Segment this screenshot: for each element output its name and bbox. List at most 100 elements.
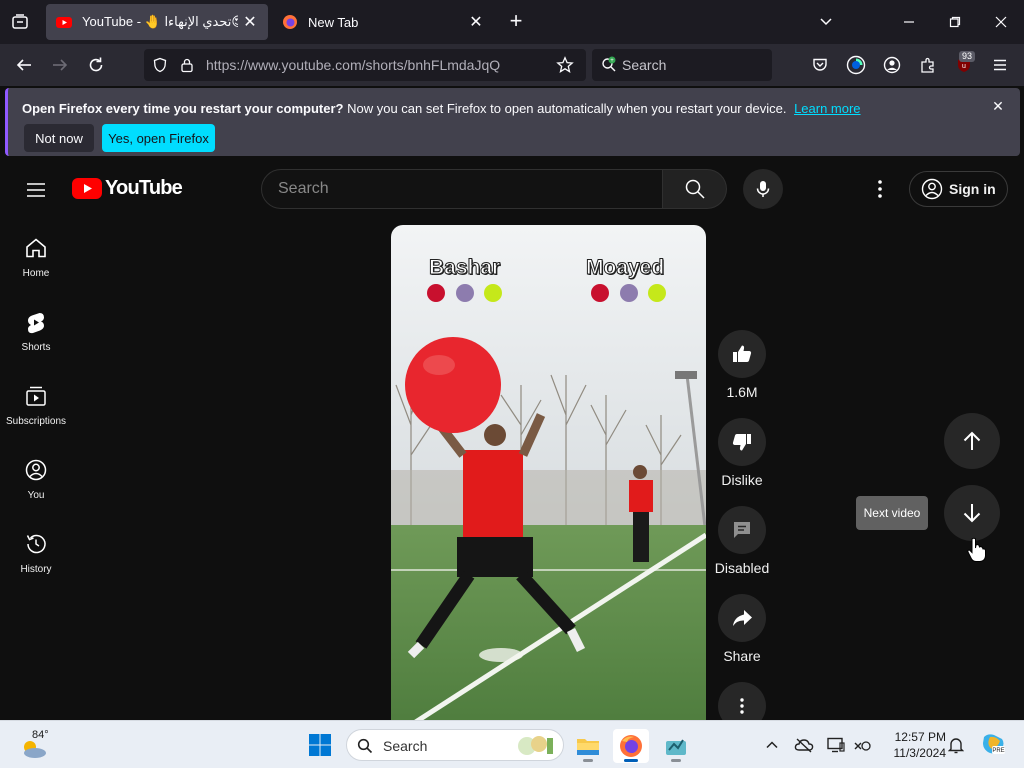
sidebar-item-label: Shorts: [21, 342, 51, 353]
show-hidden-icons-chevron-icon[interactable]: [762, 735, 782, 755]
pocket-icon[interactable]: [808, 53, 832, 77]
thumbs-up-icon: [733, 345, 752, 362]
sign-in-button[interactable]: Sign in: [909, 171, 1008, 207]
bookmark-star-icon[interactable]: [556, 56, 574, 74]
comments-button[interactable]: Disabled: [715, 506, 769, 576]
display-icon[interactable]: [826, 735, 846, 755]
notification-bell-icon[interactable]: [946, 735, 966, 755]
more-actions-circle[interactable]: [718, 682, 766, 720]
sidebar-item-label: You: [27, 490, 45, 501]
chart-app-icon[interactable]: [658, 729, 694, 763]
like-circle[interactable]: [718, 330, 766, 378]
reload-icon[interactable]: [84, 53, 108, 77]
youtube-search-button[interactable]: [663, 169, 727, 209]
youtube-page: YouTube Search Sign in Home Shorts Subsc…: [0, 160, 1024, 720]
like-button[interactable]: 1.6M: [716, 330, 768, 400]
new-tab-plus-icon[interactable]: +: [504, 10, 528, 34]
user-circle-icon: [921, 178, 943, 200]
dislike-button[interactable]: Dislike: [716, 418, 768, 488]
restore-icon[interactable]: [943, 10, 967, 34]
tab-list-icon[interactable]: [8, 10, 32, 34]
more-vertical-icon: [740, 698, 744, 714]
list-all-tabs-chevron-icon[interactable]: [814, 10, 838, 34]
tab-youtube[interactable]: YouTube - 🤚 تحدي الإنهاءا😍 ✕: [46, 4, 268, 40]
extension-badge-count: 93: [959, 51, 976, 62]
network-volume-icon[interactable]: [852, 735, 872, 755]
search-highlight-icon: [518, 736, 553, 755]
account-icon[interactable]: [880, 53, 904, 77]
video-frame-image: [391, 225, 706, 720]
clock-date: 11/3/2024: [893, 746, 947, 760]
share-circle[interactable]: [718, 594, 766, 642]
taskbar-search-input[interactable]: Search: [346, 729, 564, 761]
notification-message: Open Firefox every time you restart your…: [22, 101, 861, 116]
firefox-favicon-icon: [283, 15, 297, 29]
share-button[interactable]: Share: [716, 594, 768, 664]
sidebar-item-label: Subscriptions: [5, 416, 67, 427]
arrow-up-icon: [963, 431, 981, 450]
shield-icon[interactable]: [152, 57, 168, 73]
browser-search-input[interactable]: + Search: [592, 49, 772, 81]
taskbar-search-icon: [357, 738, 373, 754]
file-explorer-app-icon[interactable]: [570, 729, 606, 763]
yes-open-firefox-button[interactable]: Yes, open Firefox: [102, 124, 215, 152]
not-now-button[interactable]: Not now: [24, 124, 94, 152]
address-bar[interactable]: https://www.youtube.com/shorts/bnhFLmdaJ…: [144, 49, 586, 81]
browser-search-placeholder: Search: [622, 57, 667, 73]
youtube-logo[interactable]: YouTube: [72, 177, 183, 200]
voice-search-button[interactable]: [743, 169, 783, 209]
search-engine-icon[interactable]: +: [600, 56, 618, 74]
notification-title: Open Firefox every time you restart your…: [22, 101, 344, 116]
learn-more-link[interactable]: Learn more: [794, 101, 860, 116]
minimize-icon[interactable]: [897, 10, 921, 34]
browser-tab-strip: YouTube - 🤚 تحدي الإنهاءا😍 ✕ New Tab ✕ +: [0, 0, 1024, 44]
copilot-icon[interactable]: PRE: [980, 731, 1006, 757]
youtube-logo-text: YouTube: [105, 177, 183, 199]
tab-close-icon[interactable]: ✕: [464, 10, 488, 34]
forward-arrow-icon[interactable]: [48, 53, 72, 77]
sidebar-item-you[interactable]: You: [0, 446, 72, 510]
back-arrow-icon[interactable]: [12, 53, 36, 77]
sidebar-item-label: History: [20, 564, 52, 575]
hand-cursor-icon: [967, 537, 986, 562]
svg-text:u: u: [962, 63, 966, 70]
comments-circle[interactable]: [718, 506, 766, 554]
tab-title: New Tab: [308, 14, 359, 30]
onedrive-offline-icon[interactable]: [794, 735, 814, 755]
tab-close-icon[interactable]: ✕: [238, 10, 262, 34]
guide-menu-icon[interactable]: [24, 178, 48, 202]
windows-taskbar: 84° Search 12:57 PM 11/3/2024 PRE: [0, 720, 1024, 768]
weather-temperature[interactable]: 84°: [32, 729, 49, 741]
window-close-icon[interactable]: [989, 10, 1013, 34]
notification-close-icon[interactable]: ✕: [990, 98, 1006, 114]
firefox-default-notification: Open Firefox every time you restart your…: [5, 88, 1020, 156]
windows-start-icon[interactable]: [308, 733, 332, 757]
arrow-down-icon: [963, 504, 981, 523]
sidebar-item-shorts[interactable]: Shorts: [0, 298, 72, 362]
firefox-app-icon[interactable]: [613, 729, 649, 763]
lock-icon[interactable]: [179, 57, 195, 73]
notification-body: Now you can set Firefox to open automati…: [347, 101, 787, 116]
extension-circle-icon[interactable]: [844, 53, 868, 77]
next-video-tooltip: Next video: [856, 496, 928, 530]
tab-new-tab[interactable]: New Tab ✕: [272, 4, 494, 40]
more-actions-button[interactable]: [716, 682, 768, 720]
sidebar-item-history[interactable]: History: [0, 520, 72, 584]
sidebar-item-home[interactable]: Home: [0, 224, 72, 288]
dislike-circle[interactable]: [718, 418, 766, 466]
url-text[interactable]: https://www.youtube.com/shorts/bnhFLmdaJ…: [206, 57, 500, 73]
extensions-puzzle-icon[interactable]: [916, 53, 940, 77]
next-video-button[interactable]: [944, 485, 1000, 541]
system-clock[interactable]: 12:57 PM 11/3/2024: [880, 729, 947, 761]
settings-more-icon[interactable]: [868, 177, 892, 201]
shorts-video-player[interactable]: Bashar Moayed: [391, 225, 706, 720]
youtube-search-placeholder: Search: [278, 180, 329, 197]
hamburger-menu-icon[interactable]: [988, 53, 1012, 77]
sidebar-item-subscriptions[interactable]: Subscriptions: [0, 372, 72, 436]
share-arrow-icon: [733, 610, 752, 626]
share-label: Share: [723, 648, 761, 664]
shorts-icon: [28, 313, 44, 334]
youtube-search-input[interactable]: Search: [261, 169, 663, 209]
subscriptions-icon: [26, 386, 46, 406]
previous-video-button[interactable]: [944, 413, 1000, 469]
